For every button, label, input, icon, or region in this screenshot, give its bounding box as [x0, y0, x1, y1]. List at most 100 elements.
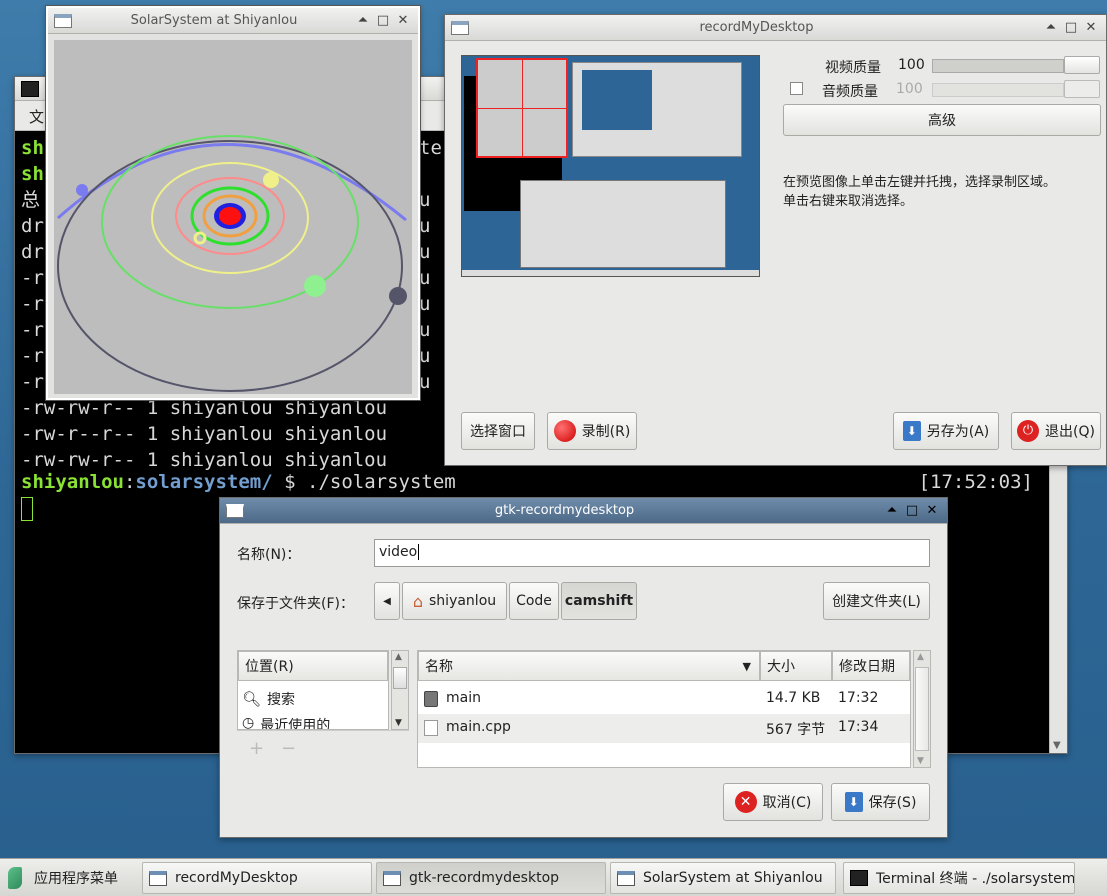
column-name[interactable]: 名称 ▼ — [418, 651, 760, 681]
save-icon: ⬇ — [844, 792, 863, 812]
folder-label: 保存于文件夹(F)： — [237, 596, 354, 612]
prompt-line: shiyanlou:solarsystem/ $ ./solarsystem — [21, 471, 456, 493]
cancel-icon: ✕ — [734, 791, 757, 813]
file-list[interactable]: 名称 ▼ 大小 修改日期 main 14.7 KB 17:32 main.cpp 567… — [417, 650, 911, 768]
close-icon[interactable]: ✕ — [1084, 20, 1098, 35]
solar-window[interactable]: SolarSystem at Shiyanlou ⏶ □ ✕ — [45, 5, 421, 401]
menu-file[interactable]: 文 — [29, 106, 44, 127]
taskbar-task[interactable]: gtk-recordmydesktop — [376, 862, 606, 894]
save-button[interactable]: ⬇ 保存(S) — [831, 783, 930, 821]
maximize-icon[interactable]: □ — [1064, 20, 1078, 35]
planet-dark — [389, 287, 407, 305]
close-icon[interactable]: ✕ — [396, 13, 410, 28]
terminal-line: -r — [21, 293, 44, 315]
dialog-titlebar[interactable]: gtk-recordmydesktop ⏶ □ ✕ — [220, 498, 947, 524]
places-scroll-thumb[interactable] — [393, 667, 407, 689]
video-quality-handle[interactable] — [1064, 56, 1100, 74]
breadcrumb-shiyanlou[interactable]: ⌂ shiyanlou — [402, 582, 507, 620]
close-icon[interactable]: ✕ — [925, 503, 939, 518]
video-quality-slider[interactable] — [932, 59, 1064, 73]
shade-icon[interactable]: ⏶ — [356, 13, 370, 28]
save-dialog[interactable]: gtk-recordmydesktop ⏶ □ ✕ 名称(N)： video 保… — [219, 497, 948, 838]
preview-thumbnail[interactable] — [461, 55, 760, 277]
audio-quality-checkbox[interactable] — [790, 82, 803, 95]
file-modified: 17:32 — [838, 690, 879, 706]
solar-title: SolarSystem at Shiyanlou — [130, 13, 298, 28]
terminal-line: -r — [21, 267, 44, 289]
window-icon — [54, 13, 72, 28]
places-scrollbar[interactable]: ▲ ▼ — [391, 650, 409, 730]
file-size: 567 字节 — [766, 722, 826, 738]
planet-yellow — [263, 172, 279, 188]
taskbar-task[interactable]: Terminal 终端 - ./solarsystem — [843, 862, 1075, 894]
breadcrumb-camshift[interactable]: camshift — [561, 582, 637, 620]
add-bookmark-button[interactable]: + — [249, 738, 264, 759]
taskbar: 应用程序菜单 recordMyDesktop gtk-recordmydeskto… — [0, 858, 1107, 896]
terminal-line-fragment: u — [419, 293, 431, 315]
breadcrumb-code[interactable]: Code — [509, 582, 559, 620]
save-as-button[interactable]: ⬇ 另存为(A) — [893, 412, 999, 450]
file-size: 14.7 KB — [766, 690, 821, 706]
terminal-line-fragment: u — [419, 241, 431, 263]
select-window-button[interactable]: 选择窗口 — [461, 412, 535, 450]
maximize-icon[interactable]: □ — [905, 503, 919, 518]
places-item-recent[interactable]: ◷ 最近使用的 — [242, 715, 330, 729]
advanced-button[interactable]: 高级 — [783, 104, 1101, 136]
record-icon — [553, 420, 576, 442]
taskbar-task[interactable]: SolarSystem at Shiyanlou — [610, 862, 836, 894]
text-file-icon — [424, 720, 438, 736]
solar-canvas[interactable] — [54, 40, 412, 394]
file-list-scroll-thumb[interactable] — [915, 667, 929, 751]
places-header[interactable]: 位置(R) — [238, 651, 388, 681]
terminal-line-fragment: u — [419, 215, 431, 237]
window-icon — [617, 870, 635, 886]
quit-button[interactable]: ⏻ 退出(Q) — [1011, 412, 1101, 450]
create-folder-button[interactable]: 创建文件夹(L) — [823, 582, 930, 620]
file-list-scrollbar[interactable]: ▲ ▼ — [913, 650, 931, 768]
sort-arrow-icon: ▼ — [742, 659, 751, 673]
terminal-line: -rw-r--r-- 1 shiyanlou shiyanlou — [21, 423, 388, 445]
terminal-line: -r — [21, 371, 44, 393]
column-modified[interactable]: 修改日期 — [832, 651, 910, 681]
scroll-down-arrow-icon[interactable]: ▼ — [917, 756, 924, 766]
places-item-search[interactable]: 🔍︎ 搜索 — [242, 689, 295, 709]
taskbar-task-label: recordMyDesktop — [175, 870, 298, 886]
places-toolbar: + − — [237, 730, 409, 768]
terminal-line: dr — [21, 215, 44, 237]
window-icon — [451, 20, 469, 35]
home-icon: ⌂ — [412, 591, 424, 611]
record-button[interactable]: 录制(R) — [547, 412, 637, 450]
terminal-line-fragment: u — [419, 345, 431, 367]
filename-input[interactable]: video — [374, 539, 930, 567]
shade-icon[interactable]: ⏶ — [885, 503, 899, 518]
places-panel[interactable]: 位置(R) 🔍︎ 搜索 ◷ 最近使用的 — [237, 650, 389, 730]
column-size[interactable]: 大小 — [760, 651, 832, 681]
audio-quality-handle[interactable] — [1064, 80, 1100, 98]
taskbar-task-label: gtk-recordmydesktop — [409, 870, 560, 886]
applications-menu-button[interactable]: 应用程序菜单 — [8, 862, 118, 894]
planet-green — [304, 275, 326, 297]
window-icon — [149, 870, 167, 886]
scroll-down-arrow-icon[interactable]: ▼ — [395, 718, 402, 728]
scroll-up-arrow-icon[interactable]: ▲ — [395, 652, 402, 662]
scroll-down-arrow-icon[interactable]: ▼ — [1053, 740, 1061, 751]
terminal-line: sh — [21, 137, 44, 159]
clock-icon: ◷ — [242, 715, 255, 729]
record-titlebar[interactable]: recordMyDesktop ⏶ □ ✕ — [445, 15, 1106, 41]
breadcrumb-back-button[interactable]: ◀ — [374, 582, 400, 620]
terminal-line-fragment: u — [419, 189, 431, 211]
file-name: main — [446, 690, 481, 706]
remove-bookmark-button[interactable]: − — [281, 738, 296, 759]
solar-titlebar[interactable]: SolarSystem at Shiyanlou ⏶ □ ✕ — [48, 8, 418, 34]
file-row[interactable]: main 14.7 KB 17:32 — [418, 685, 910, 714]
maximize-icon[interactable]: □ — [376, 13, 390, 28]
recordmydesktop-window[interactable]: recordMyDesktop ⏶ □ ✕ 视频质量 100 音频质量 100 … — [444, 14, 1107, 466]
cancel-button[interactable]: ✕ 取消(C) — [723, 783, 823, 821]
shade-icon[interactable]: ⏶ — [1044, 20, 1058, 35]
taskbar-task-label: Terminal 终端 - ./solarsystem — [876, 871, 1075, 887]
file-row[interactable]: main.cpp 567 字节 17:34 — [418, 714, 910, 743]
scroll-up-arrow-icon[interactable]: ▲ — [917, 652, 924, 662]
taskbar-task[interactable]: recordMyDesktop — [142, 862, 372, 894]
audio-quality-slider[interactable] — [932, 83, 1064, 97]
power-icon: ⏻ — [1017, 420, 1040, 442]
